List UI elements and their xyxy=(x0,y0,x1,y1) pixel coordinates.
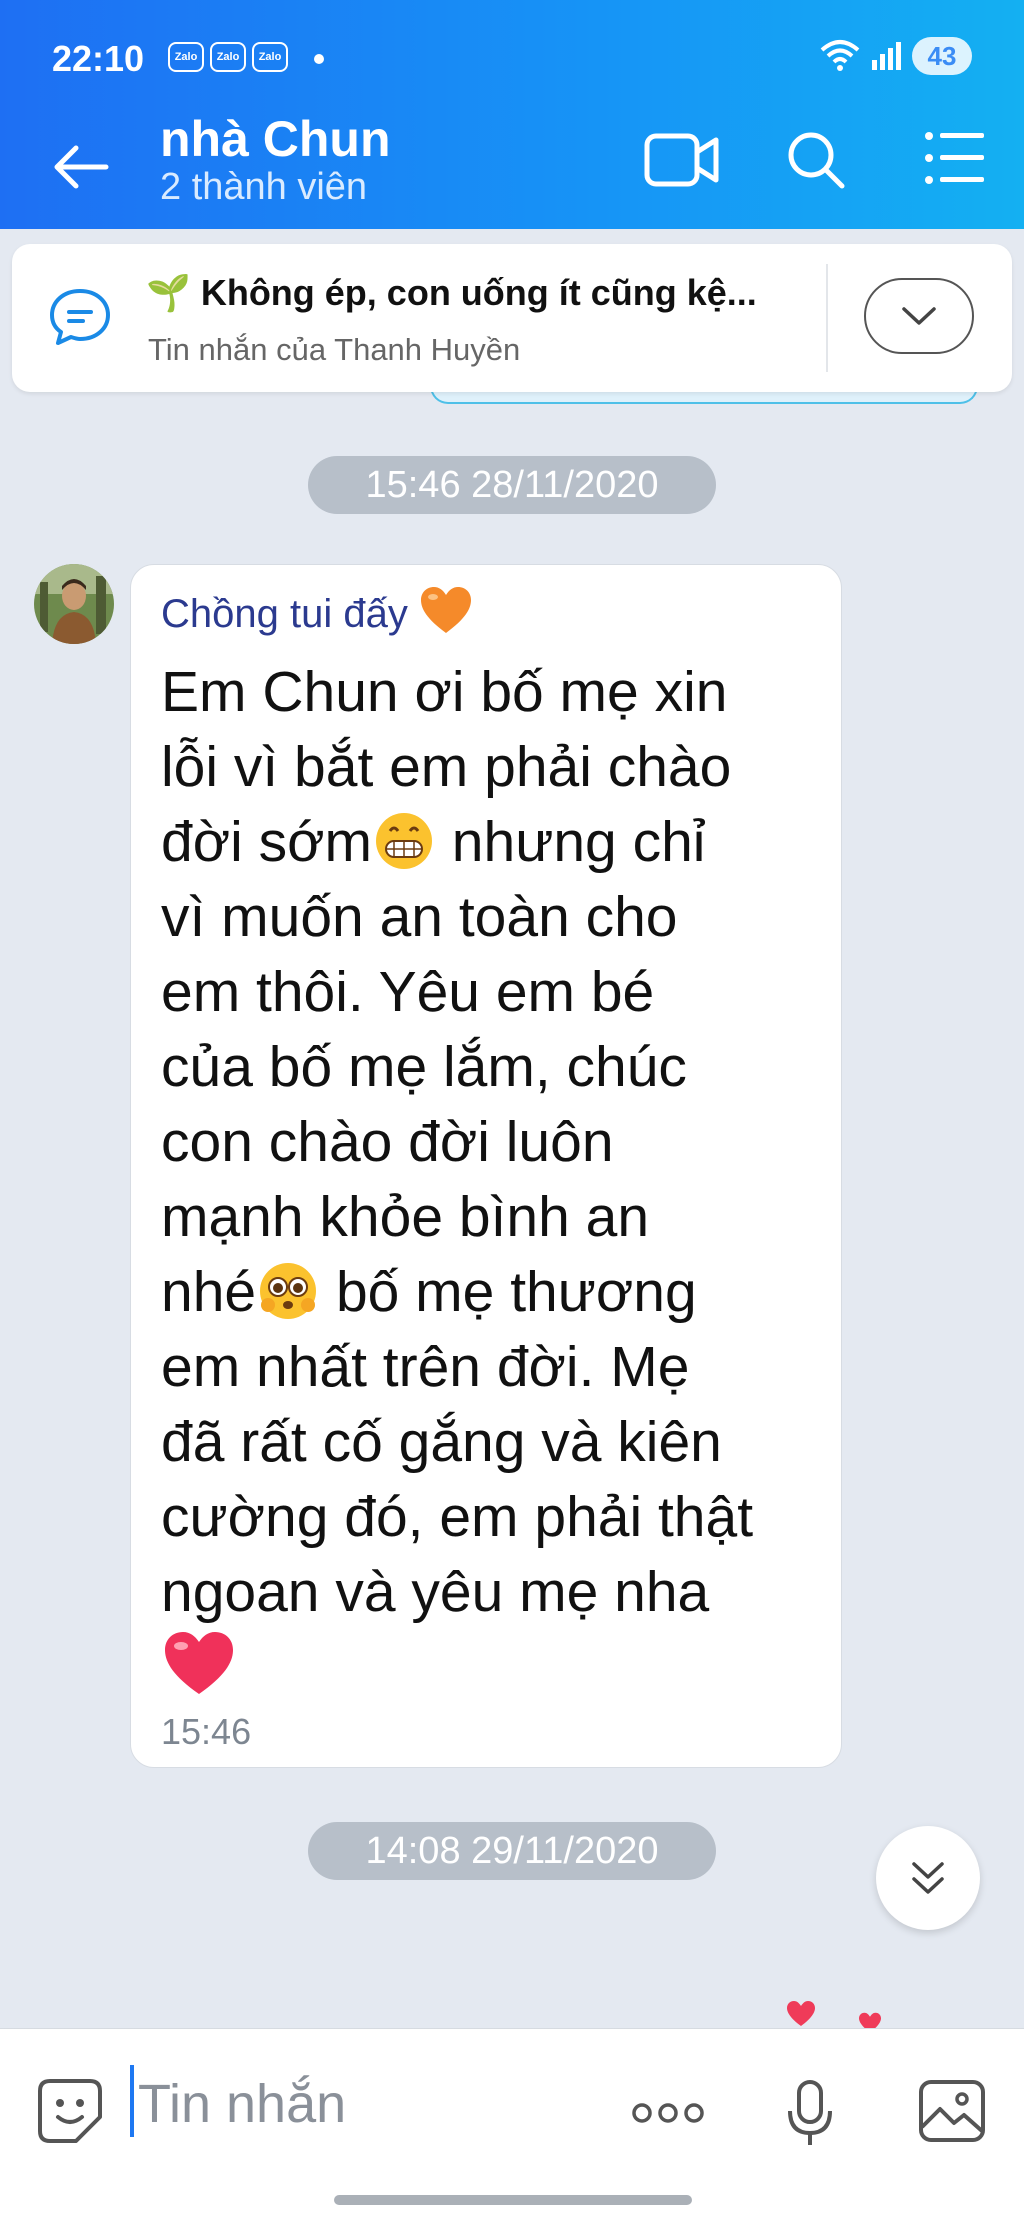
date-separator: 14:08 29/11/2020 xyxy=(308,1822,716,1880)
chat-title[interactable]: nhà Chun xyxy=(160,110,391,168)
message-time: 15:46 xyxy=(161,1711,252,1752)
text-caret xyxy=(130,2065,134,2137)
menu-list-icon[interactable] xyxy=(924,130,986,186)
home-indicator[interactable] xyxy=(334,2195,692,2205)
divider xyxy=(826,264,828,372)
sender-name: Chồng tui đấy xyxy=(161,585,473,637)
notification-icons: Zalo Zalo Zalo xyxy=(168,42,288,72)
battery-indicator: 43 xyxy=(912,37,972,75)
pinned-author: Tin nhắn của Thanh Huyền xyxy=(148,332,521,367)
pleading-emoji xyxy=(260,1263,317,1319)
wifi-icon xyxy=(820,40,860,71)
message-icon xyxy=(50,289,110,345)
red-heart-emoji xyxy=(165,1632,233,1694)
double-chevron-down-icon xyxy=(912,1862,944,1894)
status-bar: 22:10 Zalo Zalo Zalo 43 xyxy=(0,28,1024,90)
image-gallery-icon[interactable] xyxy=(918,2079,986,2143)
avatar[interactable] xyxy=(34,564,114,644)
zalo-notification-icon: Zalo xyxy=(168,42,204,72)
chevron-down-icon xyxy=(902,307,936,325)
orange-heart-emoji xyxy=(420,587,471,633)
chat-header: 22:10 Zalo Zalo Zalo 43 nhà Chun 2 thành… xyxy=(0,0,1024,229)
date-separator: 15:46 28/11/2020 xyxy=(308,456,716,514)
search-icon[interactable] xyxy=(786,130,846,190)
video-call-icon[interactable] xyxy=(644,130,720,190)
message-input-bar: Tin nhắn xyxy=(0,2028,1024,2219)
grinning-emoji xyxy=(375,813,432,869)
status-time: 22:10 xyxy=(52,38,145,79)
zalo-notification-icon: Zalo xyxy=(252,42,288,72)
zalo-notification-icon: Zalo xyxy=(210,42,246,72)
pinned-title: 🌱 Không ép, con uống ít cũng kệ... xyxy=(146,272,757,313)
microphone-icon[interactable] xyxy=(786,2079,834,2149)
back-arrow-icon[interactable] xyxy=(46,132,116,202)
sticker-icon[interactable] xyxy=(36,2077,104,2145)
message-bubble[interactable]: Chồng tui đấy Em Chun ơi bố mẹ xin lỗi v… xyxy=(130,564,842,1768)
signal-icon xyxy=(872,42,901,70)
member-count[interactable]: 2 thành viên xyxy=(160,166,367,209)
scroll-to-bottom-button[interactable] xyxy=(876,1826,980,1930)
floating-heart-icon xyxy=(787,2001,815,2026)
message-input[interactable]: Tin nhắn xyxy=(138,2073,346,2135)
message-text-part: nhưng chỉ vì muốn an toàn cho em thôi. Y… xyxy=(161,810,706,1324)
message-text: Em Chun ơi bố mẹ xin lỗi vì bắt em phải … xyxy=(161,655,821,1705)
more-notifications-dot xyxy=(314,54,324,64)
pinned-message-bar[interactable]: 🌱 Không ép, con uống ít cũng kệ... Tin n… xyxy=(12,244,1012,392)
sender-name-text: Chồng tui đấy xyxy=(161,592,408,636)
expand-pinned-button[interactable] xyxy=(864,278,974,354)
more-options-icon[interactable] xyxy=(630,2101,706,2125)
